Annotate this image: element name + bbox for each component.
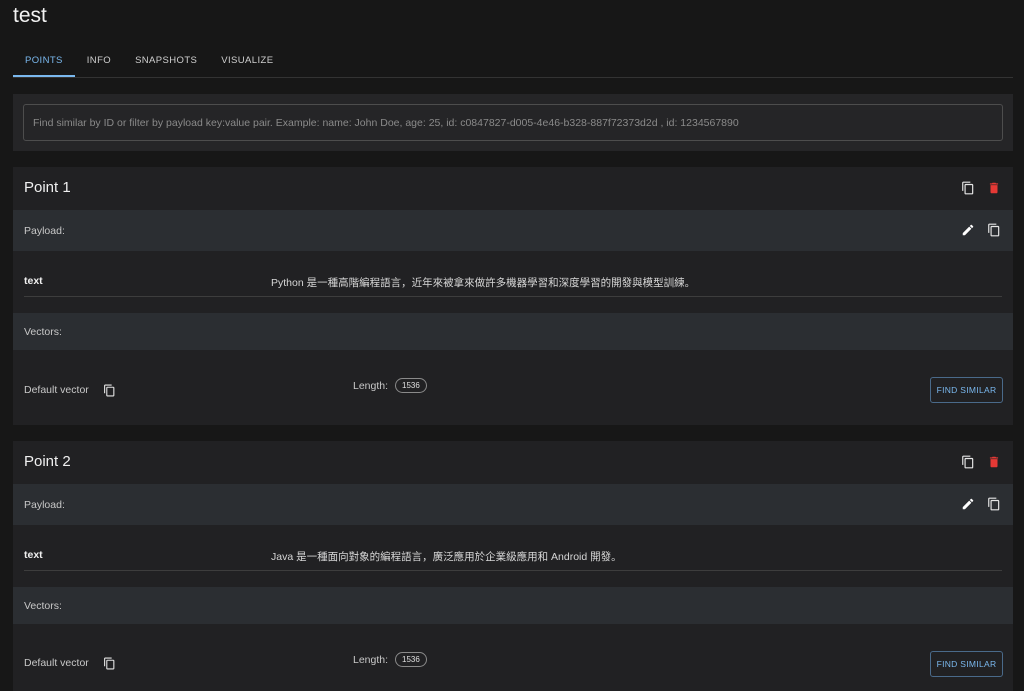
payload-label: Payload: [24, 225, 65, 237]
payload-section-header: Payload: [13, 210, 1013, 251]
edit-icon [962, 498, 974, 510]
find-similar-button[interactable]: FIND SIMILAR [930, 651, 1003, 677]
delete-point-button[interactable] [985, 179, 1003, 197]
vector-name: Default vector [24, 384, 89, 396]
edit-icon [962, 224, 974, 236]
copy-vector-button[interactable] [100, 654, 118, 672]
vector-length-label: Length: [353, 654, 389, 666]
point-header: Point 1 [13, 167, 1013, 210]
delete-point-button[interactable] [985, 453, 1003, 471]
copy-point-button[interactable] [959, 453, 977, 471]
vectors-section-header: Vectors: [13, 313, 1013, 350]
point-header: Point 2 [13, 441, 1013, 484]
vector-length-chip: 1536 [395, 652, 427, 667]
point-title: Point 1 [24, 179, 71, 196]
delete-icon [989, 456, 999, 468]
edit-payload-button[interactable] [959, 495, 977, 513]
payload-section-header: Payload: [13, 484, 1013, 525]
copy-icon [988, 223, 1000, 237]
tab-points[interactable]: POINTS [13, 46, 75, 77]
vectors-section-header: Vectors: [13, 587, 1013, 624]
tab-info[interactable]: INFO [75, 46, 123, 77]
tab-visualize[interactable]: VISUALIZE [209, 46, 285, 77]
copy-payload-button[interactable] [985, 495, 1003, 513]
payload-row: text Python 是一種高階編程語言，近年來被拿來做許多機器學習和深度學習… [13, 251, 1013, 297]
copy-point-button[interactable] [959, 179, 977, 197]
payload-label: Payload: [24, 499, 65, 511]
payload-value: Python 是一種高階編程語言，近年來被拿來做許多機器學習和深度學習的開發與模… [271, 277, 696, 289]
payload-key: text [24, 275, 43, 287]
vector-length-chip: 1536 [395, 378, 427, 393]
copy-icon [962, 455, 974, 469]
tab-snapshots[interactable]: SNAPSHOTS [123, 46, 209, 77]
vectors-label: Vectors: [24, 600, 62, 612]
find-similar-button[interactable]: FIND SIMILAR [930, 377, 1003, 403]
collection-title: test [13, 4, 47, 27]
point-title: Point 2 [24, 453, 71, 470]
edit-payload-button[interactable] [959, 221, 977, 239]
vectors-label: Vectors: [24, 326, 62, 338]
copy-icon [103, 384, 114, 396]
tab-bar: POINTS INFO SNAPSHOTS VISUALIZE [13, 46, 1013, 78]
copy-payload-button[interactable] [985, 221, 1003, 239]
search-input[interactable] [23, 104, 1003, 141]
point-card: Point 2 Payload: text Java 是一種面向對象的編程語言，… [13, 441, 1013, 691]
copy-vector-button[interactable] [100, 381, 118, 399]
copy-icon [988, 497, 1000, 511]
search-panel [13, 94, 1013, 151]
copy-icon [962, 181, 974, 195]
divider [24, 570, 1002, 571]
vector-length-label: Length: [353, 380, 389, 392]
copy-icon [103, 657, 114, 669]
payload-value: Java 是一種面向對象的編程語言，廣泛應用於企業級應用和 Android 開發… [271, 551, 622, 563]
vector-name: Default vector [24, 657, 89, 669]
delete-icon [989, 182, 999, 194]
point-card: Point 1 Payload: text Python 是一種高階編程語言，近… [13, 167, 1013, 425]
payload-row: text Java 是一種面向對象的編程語言，廣泛應用於企業級應用和 Andro… [13, 525, 1013, 571]
payload-key: text [24, 549, 43, 561]
divider [24, 296, 1002, 297]
